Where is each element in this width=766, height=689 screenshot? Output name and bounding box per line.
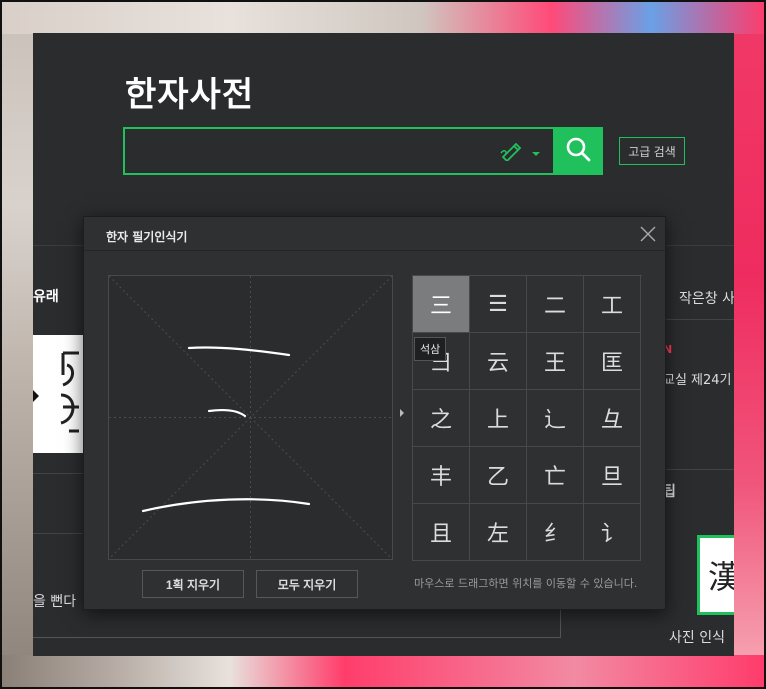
candidate-cell[interactable]: 王: [527, 333, 584, 390]
pen-icon: [499, 139, 525, 165]
candidate-cell[interactable]: 三: [413, 276, 470, 333]
candidate-tooltip: 석삼: [414, 337, 447, 361]
close-button[interactable]: [638, 224, 658, 244]
photo-recognition-card[interactable]: 漢: [697, 535, 734, 615]
candidate-cell[interactable]: 乙: [470, 447, 527, 504]
arrow-right-icon: [400, 409, 404, 417]
candidate-cell[interactable]: 彑: [584, 390, 641, 447]
advanced-search-button[interactable]: 고급 검색: [619, 137, 685, 165]
search-button[interactable]: [553, 127, 603, 175]
candidate-grid: 三 ☰ 二工彐云王匡之上辶彑丰乙亡旦且左纟讠: [412, 275, 642, 561]
background-bottom: [0, 655, 766, 689]
candidate-cell[interactable]: ☰: [470, 276, 527, 333]
photo-glyph: 漢: [708, 558, 734, 596]
search-input[interactable]: [133, 135, 493, 167]
divider: [33, 637, 561, 638]
divider: [663, 319, 734, 320]
caret-down-icon: [531, 143, 541, 162]
play-arrow-icon: [33, 390, 39, 402]
candidate-cell[interactable]: 之: [413, 390, 470, 447]
candidate-cell[interactable]: 左: [470, 504, 527, 561]
popup-title: 한자 필기인식기: [106, 230, 188, 244]
small-window-link[interactable]: 작은창 사: [679, 288, 734, 308]
divider: [33, 473, 83, 474]
candidate-cell[interactable]: 辶: [527, 390, 584, 447]
candidate-cell[interactable]: 且: [413, 504, 470, 561]
divider: [84, 250, 665, 251]
search-icon: [564, 135, 592, 167]
candidate-cell[interactable]: 二: [527, 276, 584, 333]
candidate-cell[interactable]: 亡: [527, 447, 584, 504]
content-text-left: 을 뻔다: [33, 594, 77, 610]
candidate-cell[interactable]: 匡: [584, 333, 641, 390]
candidate-cell[interactable]: 上: [470, 390, 527, 447]
clear-stroke-button[interactable]: 1획 지우기: [142, 570, 244, 598]
clear-all-button[interactable]: 모두 지우기: [256, 570, 358, 598]
drag-hint: 마우스로 드래그하면 위치를 이동할 수 있습니다.: [414, 577, 638, 590]
page-title: 한자사전: [125, 75, 255, 115]
candidate-cell[interactable]: 云: [470, 333, 527, 390]
close-icon: [638, 226, 658, 248]
handwriting-toggle-button[interactable]: [499, 139, 547, 165]
divider: [33, 533, 83, 534]
candidate-cell[interactable]: 旦: [584, 447, 641, 504]
candidate-cell[interactable]: 讠: [584, 504, 641, 561]
canvas-controls: 1획 지우기 모두 지우기: [142, 570, 358, 598]
candidate-cell[interactable]: 丰: [413, 447, 470, 504]
candidate-cell[interactable]: 工: [584, 276, 641, 333]
tab-origin[interactable]: 유래: [33, 286, 59, 306]
background-top: [0, 0, 766, 34]
search-box: [123, 127, 603, 175]
divider: [663, 469, 734, 470]
candidate-cell[interactable]: 纟: [527, 504, 584, 561]
lesson-link[interactable]: 교실 제24기: [663, 369, 732, 388]
photo-recognition-label[interactable]: 사진 인식: [669, 627, 725, 647]
drawing-canvas[interactable]: [108, 275, 393, 560]
handwriting-recognizer-popup[interactable]: 한자 필기인식기 1획 지우기 모두 지우기 三 ☰ 二工彐云王匡之上辶彑丰乙亡旦且…: [83, 216, 666, 610]
content-card-left[interactable]: [33, 335, 83, 453]
